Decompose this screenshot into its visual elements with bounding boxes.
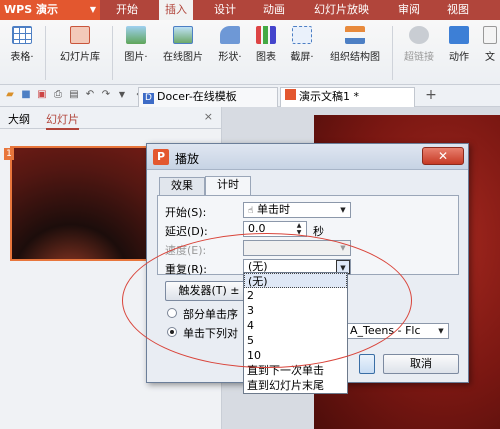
repeat-option[interactable]: 10: [244, 348, 347, 363]
tab-timing[interactable]: 计时: [205, 176, 251, 196]
slide-number: 1: [4, 148, 14, 160]
tab-docer-templates[interactable]: D Docer-在线模板: [138, 87, 278, 107]
hyperlink-icon: [409, 26, 429, 44]
app-name: WPS 演示: [4, 3, 58, 16]
delay-input[interactable]: 0.0 ▲ ▼: [243, 221, 307, 237]
radio-click-sequence-label: 部分单击序: [183, 308, 238, 321]
org-chart-icon: [345, 26, 365, 44]
menu-design[interactable]: 设计: [214, 0, 236, 20]
menu-view[interactable]: 视图: [447, 0, 469, 20]
chevron-down-icon: ▼: [89, 5, 96, 14]
trigger-object-select[interactable]: A_Teens - Flc ▼: [345, 323, 449, 339]
panel-tabs: 大纲 幻灯片 ×: [0, 107, 221, 130]
repeat-options-list: (无) 2 3 4 5 10 直到下一次单击 直到幻灯片末尾: [243, 272, 348, 394]
menu-bar: WPS 演示 ▼ 开始 插入 设计 动画 幻灯片放映 审阅 视图: [0, 0, 500, 20]
shape-icon: [220, 26, 240, 44]
repeat-option[interactable]: 5: [244, 333, 347, 348]
menu-review[interactable]: 审阅: [398, 0, 420, 20]
picture-icon: [126, 26, 146, 44]
repeat-option[interactable]: 4: [244, 318, 347, 333]
radio-click-object-label: 单击下列对: [183, 327, 238, 340]
menu-animation[interactable]: 动画: [263, 0, 285, 20]
ok-button[interactable]: [359, 354, 375, 374]
chevron-down-icon: ▼: [340, 206, 346, 214]
ribbon-divider: [112, 26, 113, 80]
table-icon: [12, 26, 32, 44]
org-chart-button[interactable]: 组织结构图: [324, 26, 386, 63]
textbox-icon: [483, 26, 497, 44]
trigger-button[interactable]: 触发器(T) ±: [165, 281, 253, 301]
online-picture-button[interactable]: 在线图片: [158, 26, 208, 63]
online-picture-icon: [173, 26, 193, 44]
picture-button[interactable]: 图片·: [118, 26, 154, 63]
start-label: 开始(S):: [165, 206, 207, 219]
mouse-click-icon: ☝: [248, 206, 254, 216]
radio-click-object[interactable]: [167, 327, 177, 337]
wps-presentation-icon: P: [153, 149, 169, 165]
repeat-option[interactable]: (无): [244, 273, 347, 288]
chart-icon: [256, 26, 276, 44]
repeat-option[interactable]: 直到下一次单击: [244, 363, 347, 378]
shape-button[interactable]: 形状·: [212, 26, 248, 63]
close-button[interactable]: ✕: [422, 147, 464, 165]
tab-outline[interactable]: 大纲: [8, 111, 30, 127]
open-folder-icon[interactable]: ▰: [4, 89, 16, 101]
presentation-icon: [285, 89, 296, 100]
radio-click-sequence[interactable]: [167, 308, 177, 318]
menu-slideshow[interactable]: 幻灯片放映: [314, 0, 369, 20]
menu-home[interactable]: 开始: [116, 0, 138, 20]
tab-effect[interactable]: 效果: [159, 177, 205, 195]
ribbon: 表格· 幻灯片库 图片· 在线图片 形状· 图表 截屏· 组织结构图 超链接 动…: [0, 20, 500, 85]
quick-access-toolbar: ▰ ■ ▣ ⎙ ▤ ↶ ↷ ▼ ‹ DDocer-在线模板 演示文稿1 * +: [0, 85, 500, 107]
chevron-down-icon: ▼: [340, 244, 346, 252]
start-select[interactable]: ☝ 单击时 ▼: [243, 202, 351, 218]
action-button[interactable]: 动作: [444, 26, 474, 63]
app-menu-button[interactable]: WPS 演示 ▼: [0, 0, 100, 20]
close-icon[interactable]: ×: [204, 110, 213, 123]
chevron-down-icon: ▼: [438, 327, 444, 335]
docer-icon: D: [143, 93, 154, 104]
delay-label: 延迟(D):: [165, 225, 208, 238]
screenshot-icon: [292, 26, 312, 44]
spin-icon[interactable]: ▲ ▼: [292, 222, 306, 236]
new-tab-button[interactable]: +: [424, 88, 438, 102]
speed-select[interactable]: ▼: [243, 240, 351, 256]
slide-library-button[interactable]: 幻灯片库: [52, 26, 108, 63]
pdf-icon[interactable]: ▣: [36, 89, 48, 101]
dialog-title: 播放: [175, 152, 200, 166]
repeat-option[interactable]: 3: [244, 303, 347, 318]
menu-insert[interactable]: 插入: [159, 0, 193, 20]
tab-presentation1[interactable]: 演示文稿1 *: [280, 87, 415, 107]
redo-icon[interactable]: ↷: [100, 89, 112, 101]
dialog-title-bar[interactable]: P 播放 ✕: [147, 144, 468, 170]
tab-slides[interactable]: 幻灯片: [46, 111, 79, 130]
delay-unit: 秒: [313, 225, 324, 238]
textbox-button[interactable]: 文: [482, 26, 498, 63]
hyperlink-button[interactable]: 超链接: [398, 26, 440, 63]
ribbon-divider: [392, 26, 393, 80]
repeat-option[interactable]: 2: [244, 288, 347, 303]
speed-label: 速度(E):: [165, 244, 207, 257]
slide-library-icon: [70, 26, 90, 44]
save-icon[interactable]: ■: [20, 89, 32, 101]
cancel-button[interactable]: 取消: [383, 354, 459, 374]
undo-icon[interactable]: ↶: [84, 89, 96, 101]
repeat-label: 重复(R):: [165, 263, 207, 276]
chart-button[interactable]: 图表: [252, 26, 280, 63]
chevron-down-icon[interactable]: ▼: [116, 89, 128, 101]
preview-icon[interactable]: ▤: [68, 89, 80, 101]
repeat-option[interactable]: 直到幻灯片末尾: [244, 378, 347, 393]
print-icon[interactable]: ⎙: [52, 89, 64, 101]
action-icon: [449, 26, 469, 44]
table-button[interactable]: 表格·: [4, 26, 40, 63]
screenshot-button[interactable]: 截屏·: [284, 26, 320, 63]
ribbon-divider: [45, 26, 46, 80]
